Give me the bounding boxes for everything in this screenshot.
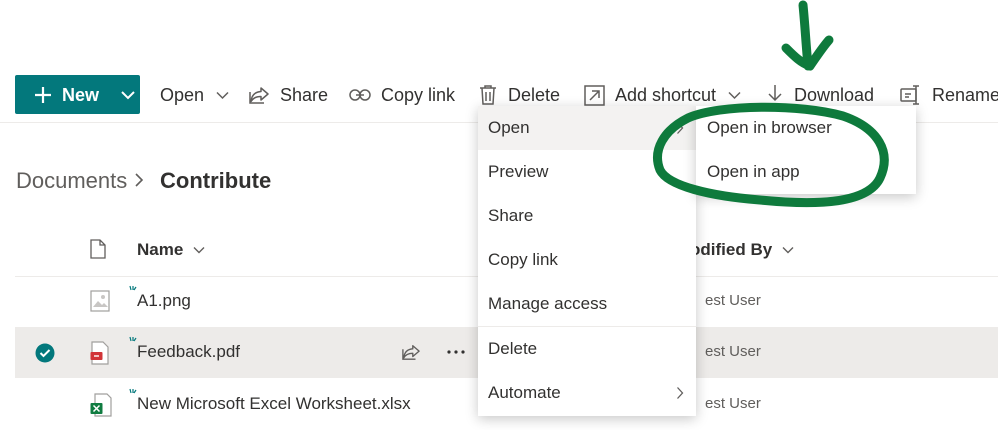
delete-command[interactable]: Delete <box>478 84 560 106</box>
file-name[interactable]: Feedback.pdf <box>137 342 240 362</box>
share-command-label: Share <box>280 84 329 105</box>
menu-item-open[interactable]: Open <box>478 106 696 150</box>
menu-item-share[interactable]: Share <box>478 194 696 238</box>
annotation-arrow <box>781 0 834 71</box>
menu-item-preview[interactable]: Preview <box>478 150 696 194</box>
menu-item-label: Preview <box>488 162 549 181</box>
plus-icon <box>34 86 52 104</box>
column-header-modified-by[interactable]: odified By <box>690 240 794 260</box>
open-submenu: Open in browser Open in app <box>696 106 916 194</box>
chevron-down-icon <box>728 91 741 100</box>
download-command-label: Download <box>794 84 875 105</box>
add-shortcut-command[interactable]: Add shortcut <box>584 84 741 106</box>
shortcut-icon <box>584 84 605 106</box>
column-header-name-label: Name <box>137 240 184 259</box>
menu-item-copy-link[interactable]: Copy link <box>478 238 696 282</box>
share-command[interactable]: Share <box>248 84 328 106</box>
pdf-file-icon <box>90 341 110 365</box>
column-header-modified-by-label: odified By <box>690 240 773 259</box>
chevron-down-icon <box>193 246 205 254</box>
chevron-right-icon <box>677 387 684 399</box>
chevron-right-icon <box>677 122 684 134</box>
menu-item-label: Delete <box>488 339 538 358</box>
share-icon <box>248 85 270 105</box>
menu-item-label: Automate <box>488 383 561 402</box>
chevron-right-icon <box>134 172 144 188</box>
modified-by: est User <box>705 395 761 412</box>
menu-item-delete[interactable]: Delete <box>478 327 696 371</box>
image-file-icon <box>90 290 110 312</box>
breadcrumb-root[interactable]: Documents <box>16 168 127 194</box>
new-button-label: New <box>62 85 100 105</box>
modified-by: est User <box>705 292 761 309</box>
menu-item-label: Copy link <box>488 250 558 269</box>
new-button[interactable]: New <box>15 75 140 114</box>
open-command[interactable]: Open <box>160 84 229 106</box>
selected-check-icon[interactable] <box>35 343 55 363</box>
file-type-header-icon[interactable] <box>90 239 106 259</box>
share-icon[interactable] <box>401 343 421 361</box>
file-name[interactable]: A1.png <box>137 291 191 311</box>
chevron-down-icon <box>782 246 794 254</box>
open-command-label: Open <box>160 84 205 105</box>
menu-item-manage-access[interactable]: Manage access <box>478 282 696 326</box>
excel-file-icon <box>90 393 112 417</box>
menu-item-label: Open in app <box>707 162 800 181</box>
context-menu: Open Preview Share Copy link Manage acce… <box>478 106 696 416</box>
menu-item-label: Open in browser <box>707 118 832 137</box>
menu-item-automate[interactable]: Automate <box>478 371 696 415</box>
rename-command[interactable]: Rename <box>900 84 998 106</box>
chevron-down-icon <box>216 91 229 100</box>
chevron-down-icon <box>121 90 135 100</box>
menu-item-label: Manage access <box>488 294 608 313</box>
column-header-name[interactable]: Name <box>137 240 205 260</box>
file-name[interactable]: New Microsoft Excel Worksheet.xlsx <box>137 394 411 414</box>
delete-command-label: Delete <box>508 84 561 105</box>
download-icon <box>766 84 784 106</box>
download-command[interactable]: Download <box>766 84 874 106</box>
rename-command-label: Rename <box>932 84 998 105</box>
menu-item-open-in-app[interactable]: Open in app <box>696 150 916 194</box>
menu-item-open-in-browser[interactable]: Open in browser <box>696 106 916 150</box>
modified-by: est User <box>705 343 761 360</box>
trash-icon <box>478 84 498 106</box>
menu-item-label: Share <box>488 206 534 225</box>
menu-item-label: Open <box>488 118 530 137</box>
link-icon <box>349 88 371 102</box>
rename-icon <box>900 85 922 105</box>
breadcrumb-current: Contribute <box>160 168 272 193</box>
add-shortcut-command-label: Add shortcut <box>615 84 717 105</box>
copy-link-command[interactable]: Copy link <box>349 84 455 106</box>
copy-link-command-label: Copy link <box>381 84 456 105</box>
more-options-icon[interactable] <box>447 350 465 354</box>
